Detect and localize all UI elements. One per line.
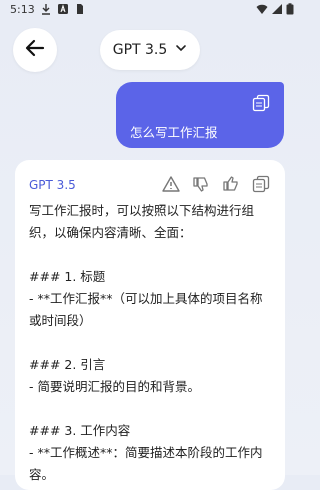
ai-line: - 简要说明汇报的目的和背景。 [29, 379, 200, 394]
text-a-icon [57, 3, 69, 15]
wifi-icon [256, 3, 268, 15]
copy-icon[interactable] [252, 94, 270, 116]
ai-line-gap [29, 398, 273, 420]
model-selector[interactable]: GPT 3.5 [100, 30, 200, 70]
thumbs-down-icon[interactable] [191, 174, 211, 194]
ai-line: ### 2. 引言 [29, 357, 106, 372]
copy-icon[interactable] [251, 174, 271, 194]
sim-icon [74, 3, 86, 15]
ai-model-label: GPT 3.5 [29, 178, 76, 192]
ai-line-gap [29, 332, 273, 354]
ai-message-card: GPT 3.5 写工作汇报时，可以按照以下结构进行组织，以确保内容清晰、全面： … [15, 160, 285, 490]
warning-icon[interactable] [161, 174, 181, 194]
signal-icon [271, 3, 283, 15]
chevron-down-icon [175, 42, 187, 58]
ai-line: ### 1. 标题 [29, 269, 106, 284]
status-bar: 5:13 [0, 0, 300, 20]
ai-actions [161, 174, 271, 194]
ai-message-body: 写工作汇报时，可以按照以下结构进行组织，以确保内容清晰、全面： ### 1. 标… [29, 200, 273, 486]
ai-line: - **工作汇报**（可以加上具体的项目名称或时间段） [29, 291, 263, 328]
ai-line: ### 3. 工作内容 [29, 423, 131, 438]
back-button[interactable] [13, 28, 57, 72]
thumbs-up-icon[interactable] [221, 174, 241, 194]
download-icon [40, 3, 52, 15]
user-message-bubble: 怎么写工作汇报 [116, 82, 284, 148]
status-time: 5:13 [10, 3, 35, 16]
ai-line-gap [29, 244, 273, 266]
ai-line: 写工作汇报时，可以按照以下结构进行组织，以确保内容清晰、全面： [29, 203, 255, 240]
model-name: GPT 3.5 [112, 42, 168, 58]
arrow-left-icon [24, 37, 46, 63]
user-message-text: 怎么写工作汇报 [130, 125, 218, 140]
battery-icon [286, 3, 294, 15]
ai-line: - **工作概述**：简要描述本阶段的工作内容。 [29, 445, 263, 482]
